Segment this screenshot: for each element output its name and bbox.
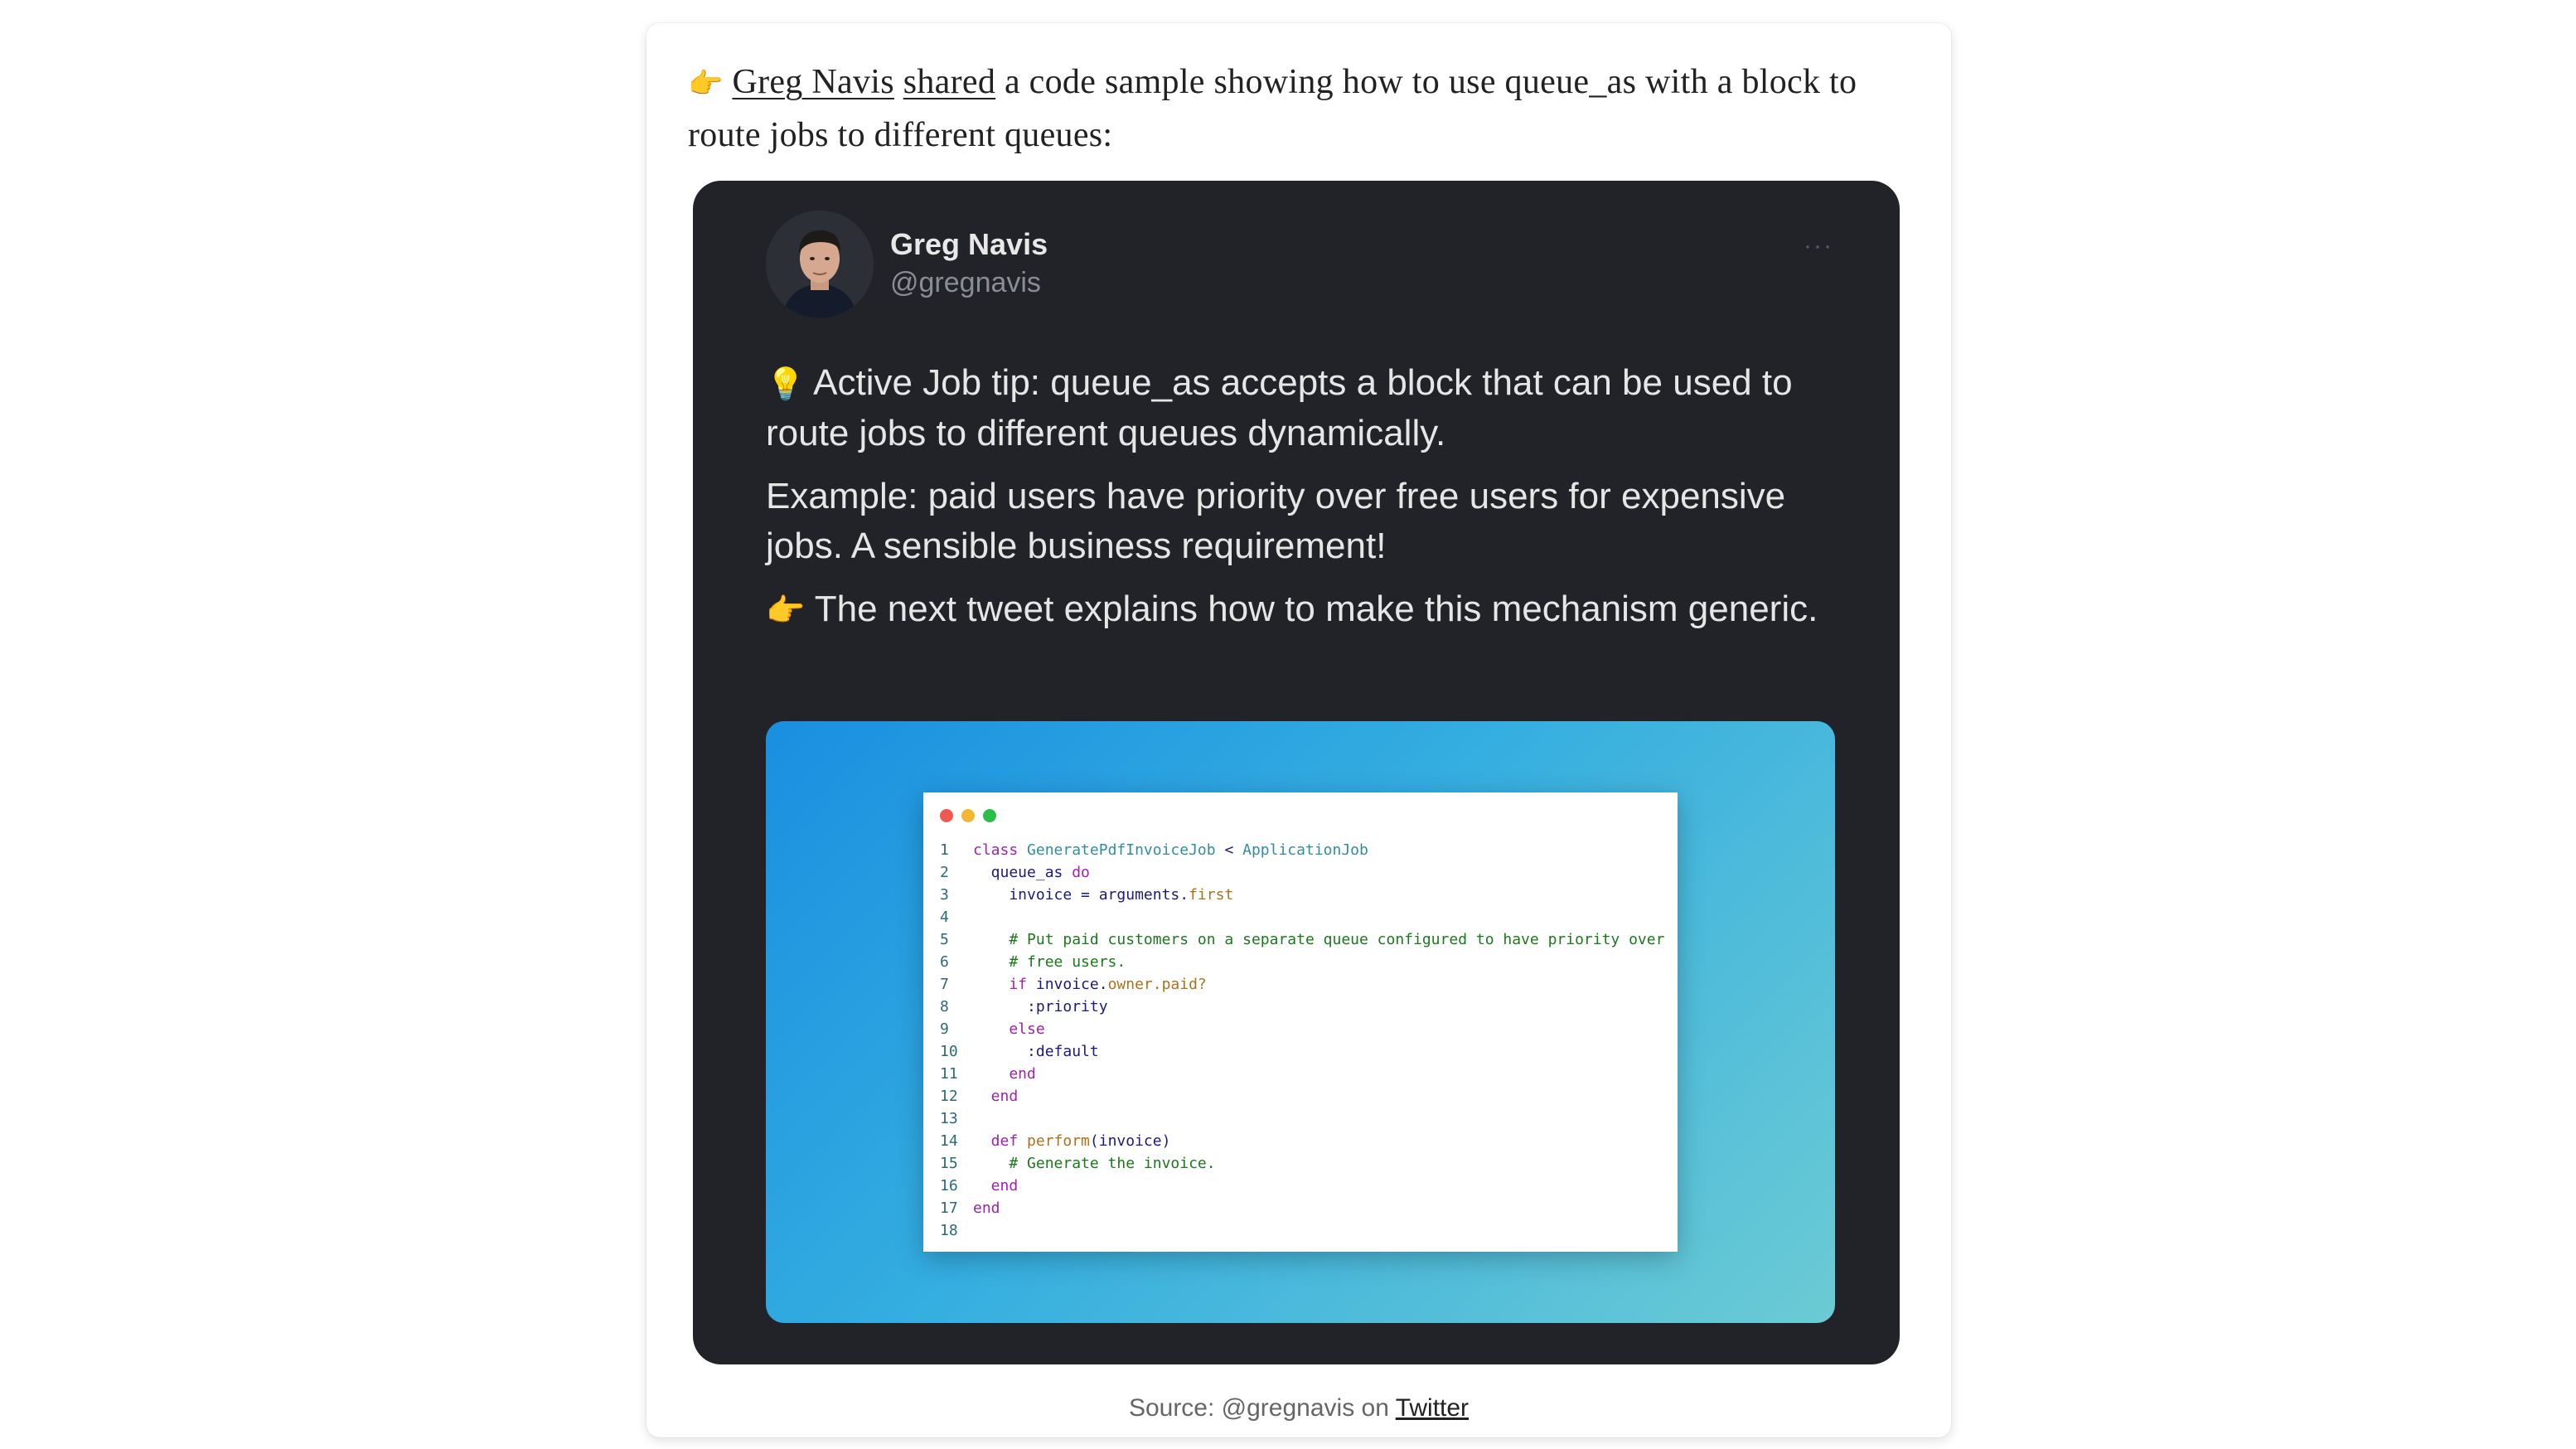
code-line: 3 invoice = arguments.first (940, 884, 1664, 906)
line-number: 4 (940, 909, 949, 926)
line-number: 13 (940, 1110, 958, 1127)
code-line: 5 # Put paid customers on a separate que… (940, 928, 1664, 951)
code-token: invoice. (1035, 976, 1108, 993)
code-token: do (1072, 864, 1090, 881)
code-window: 1 class GeneratePdfInvoiceJob < Applicati… (923, 792, 1678, 1252)
code-line: 11 end (940, 1063, 1664, 1085)
code-line: 7 if invoice.owner.paid? (940, 973, 1664, 996)
code-line: 10 :default (940, 1040, 1664, 1063)
line-number: 10 (940, 1043, 958, 1060)
code-line: 18 (940, 1219, 1664, 1242)
code-token: end (973, 1065, 1036, 1083)
pointing-hand-icon: 👉 (766, 592, 806, 628)
maximize-dot-icon (983, 809, 996, 822)
code-token: ApplicationJob (1242, 841, 1368, 859)
code-token: first (1189, 886, 1234, 904)
intro-paragraph: 👉 Greg Navis shared a code sample showin… (688, 56, 1881, 161)
code-line: 12 end (940, 1085, 1664, 1107)
embedded-tweet[interactable]: Greg Navis @gregnavis ··· 💡 Active Job t… (693, 181, 1900, 1364)
code-token: < (1215, 841, 1243, 859)
pointing-hand-icon: 👉 (688, 67, 724, 100)
code-line: 15 # Generate the invoice. (940, 1152, 1664, 1175)
code-line: 2 queue_as do (940, 861, 1664, 884)
line-number: 6 (940, 953, 949, 971)
twitter-link[interactable]: Twitter (1396, 1394, 1469, 1422)
code-line: 16 end (940, 1175, 1664, 1197)
tweet-paragraph-3: 👉 The next tweet explains how to make th… (766, 584, 1835, 635)
tweet-author-name[interactable]: Greg Navis (890, 227, 1048, 262)
avatar[interactable] (766, 211, 874, 318)
line-number: 2 (940, 864, 949, 881)
caption-text: Source: @gregnavis on (1128, 1394, 1396, 1422)
code-line: 1 class GeneratePdfInvoiceJob < Applicati… (940, 839, 1664, 861)
author-link[interactable]: Greg Navis (732, 63, 893, 101)
close-dot-icon (940, 809, 953, 822)
line-number: 15 (940, 1155, 958, 1172)
code-token: if (973, 976, 1036, 993)
line-number: 14 (940, 1132, 958, 1150)
line-number: 17 (940, 1199, 958, 1217)
code-token: class (973, 841, 1028, 859)
minimize-dot-icon (961, 809, 975, 822)
code-token: queue_as (973, 864, 1073, 881)
code-token: :default (973, 1043, 1099, 1060)
tweet-body: 💡 Active Job tip: queue_as accepts a blo… (766, 358, 1835, 648)
line-number: 7 (940, 976, 949, 993)
code-block: 1 class GeneratePdfInvoiceJob < Applicati… (940, 839, 1664, 1242)
code-token: owner.paid? (1107, 976, 1207, 993)
window-controls (940, 809, 1005, 826)
line-number: 5 (940, 931, 949, 948)
code-token: # Generate the invoice. (973, 1155, 1216, 1172)
code-token: # free users. (973, 953, 1126, 971)
code-line: 6 # free users. (940, 951, 1664, 973)
line-number: 11 (940, 1065, 958, 1083)
code-line: 17 end (940, 1197, 1664, 1219)
shared-link[interactable]: shared (903, 63, 995, 101)
code-line: 8 :priority (940, 996, 1664, 1018)
tweet-paragraph-3-text: The next tweet explains how to make this… (805, 589, 1818, 629)
tweet-media-image[interactable]: 1 class GeneratePdfInvoiceJob < Applicati… (766, 721, 1835, 1323)
article-card: 👉 Greg Navis shared a code sample showin… (646, 23, 1951, 1437)
line-number: 18 (940, 1222, 958, 1239)
more-options-icon[interactable]: ··· (1804, 232, 1833, 260)
code-token: invoice = arguments. (973, 886, 1189, 904)
code-line: 14 def perform(invoice) (940, 1130, 1664, 1152)
code-line: 13 (940, 1107, 1664, 1130)
code-token: end (973, 1088, 1019, 1105)
avatar-portrait-icon (766, 211, 874, 318)
code-token: (invoice) (1089, 1132, 1171, 1150)
code-token: end (973, 1177, 1019, 1195)
code-token: def (973, 1132, 1028, 1150)
code-token: # Put paid customers on a separate queue… (973, 931, 1665, 948)
tweet-paragraph-1: 💡 Active Job tip: queue_as accepts a blo… (766, 358, 1835, 458)
lightbulb-icon: 💡 (766, 366, 806, 402)
tweet-author-handle[interactable]: @gregnavis (890, 267, 1041, 299)
line-number: 16 (940, 1177, 958, 1195)
line-number: 8 (940, 998, 949, 1015)
line-number: 1 (940, 841, 949, 859)
line-number: 12 (940, 1088, 958, 1105)
code-line: 9 else (940, 1018, 1664, 1040)
code-token: else (973, 1020, 1045, 1038)
code-token: perform (1027, 1132, 1090, 1150)
code-token: end (973, 1199, 1000, 1217)
line-number: 3 (940, 886, 949, 904)
tweet-paragraph-1-text: Active Job tip: queue_as accepts a block… (766, 362, 1793, 453)
image-caption: Source: @gregnavis on Twitter (646, 1394, 1951, 1422)
code-line: 4 (940, 906, 1664, 928)
line-number: 9 (940, 1020, 949, 1038)
code-token: :priority (973, 998, 1108, 1015)
tweet-paragraph-2: Example: paid users have priority over f… (766, 476, 1786, 566)
code-token: GeneratePdfInvoiceJob (1027, 841, 1216, 859)
